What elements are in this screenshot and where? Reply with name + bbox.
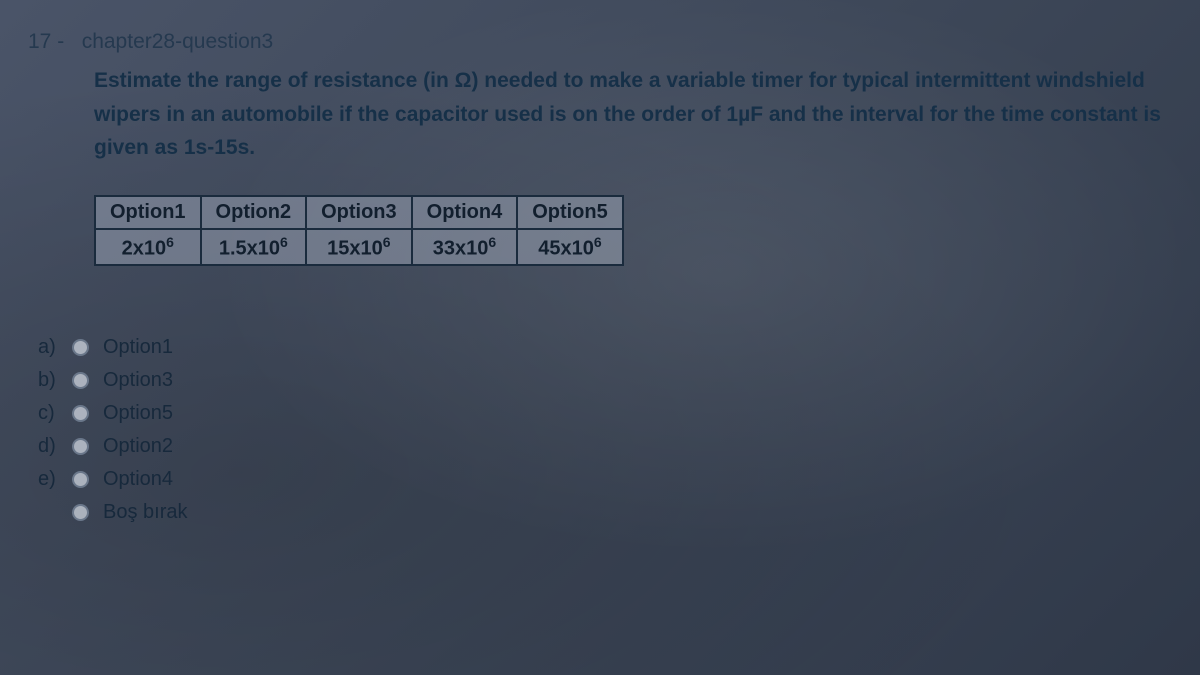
answer-letter: a) bbox=[28, 336, 72, 359]
answer-label: Option1 bbox=[103, 336, 173, 359]
radio-icon[interactable] bbox=[72, 438, 89, 455]
table-header: Option2 bbox=[201, 196, 307, 229]
answer-letter: b) bbox=[28, 369, 72, 392]
table-cell: 45x106 bbox=[517, 229, 623, 266]
answer-list: a) Option1 b) Option3 c) Option5 d) Opti… bbox=[28, 336, 1172, 524]
question-prompt: Estimate the range of resistance (in Ω) … bbox=[94, 64, 1172, 165]
radio-icon[interactable] bbox=[72, 405, 89, 422]
question-header: 17 - chapter28-question3 bbox=[28, 30, 1172, 54]
table-cell: 2x106 bbox=[95, 229, 201, 266]
answer-label: Option5 bbox=[103, 402, 173, 425]
question-number: 17 - bbox=[28, 30, 64, 53]
radio-icon[interactable] bbox=[72, 504, 89, 521]
table-header-row: Option1 Option2 Option3 Option4 Option5 bbox=[95, 196, 623, 229]
table-value-row: 2x106 1.5x106 15x106 33x106 45x106 bbox=[95, 229, 623, 266]
answer-letter: e) bbox=[28, 468, 72, 491]
table-header: Option1 bbox=[95, 196, 201, 229]
table-cell: 1.5x106 bbox=[201, 229, 307, 266]
answer-option-c[interactable]: c) Option5 bbox=[28, 402, 1172, 425]
options-table-wrap: Option1 Option2 Option3 Option4 Option5 … bbox=[94, 195, 1172, 267]
options-table: Option1 Option2 Option3 Option4 Option5 … bbox=[94, 195, 624, 267]
answer-option-a[interactable]: a) Option1 bbox=[28, 336, 1172, 359]
question-title: chapter28-question3 bbox=[82, 30, 273, 53]
table-header: Option5 bbox=[517, 196, 623, 229]
radio-icon[interactable] bbox=[72, 471, 89, 488]
answer-option-blank[interactable]: Boş bırak bbox=[28, 501, 1172, 524]
table-cell: 15x106 bbox=[306, 229, 412, 266]
answer-letter: d) bbox=[28, 435, 72, 458]
answer-option-d[interactable]: d) Option2 bbox=[28, 435, 1172, 458]
answer-label: Boş bırak bbox=[103, 501, 187, 524]
answer-label: Option3 bbox=[103, 369, 173, 392]
table-header: Option3 bbox=[306, 196, 412, 229]
table-cell: 33x106 bbox=[412, 229, 518, 266]
answer-label: Option4 bbox=[103, 468, 173, 491]
answer-letter: c) bbox=[28, 402, 72, 425]
answer-option-e[interactable]: e) Option4 bbox=[28, 468, 1172, 491]
answer-option-b[interactable]: b) Option3 bbox=[28, 369, 1172, 392]
radio-icon[interactable] bbox=[72, 372, 89, 389]
radio-icon[interactable] bbox=[72, 339, 89, 356]
answer-label: Option2 bbox=[103, 435, 173, 458]
table-header: Option4 bbox=[412, 196, 518, 229]
